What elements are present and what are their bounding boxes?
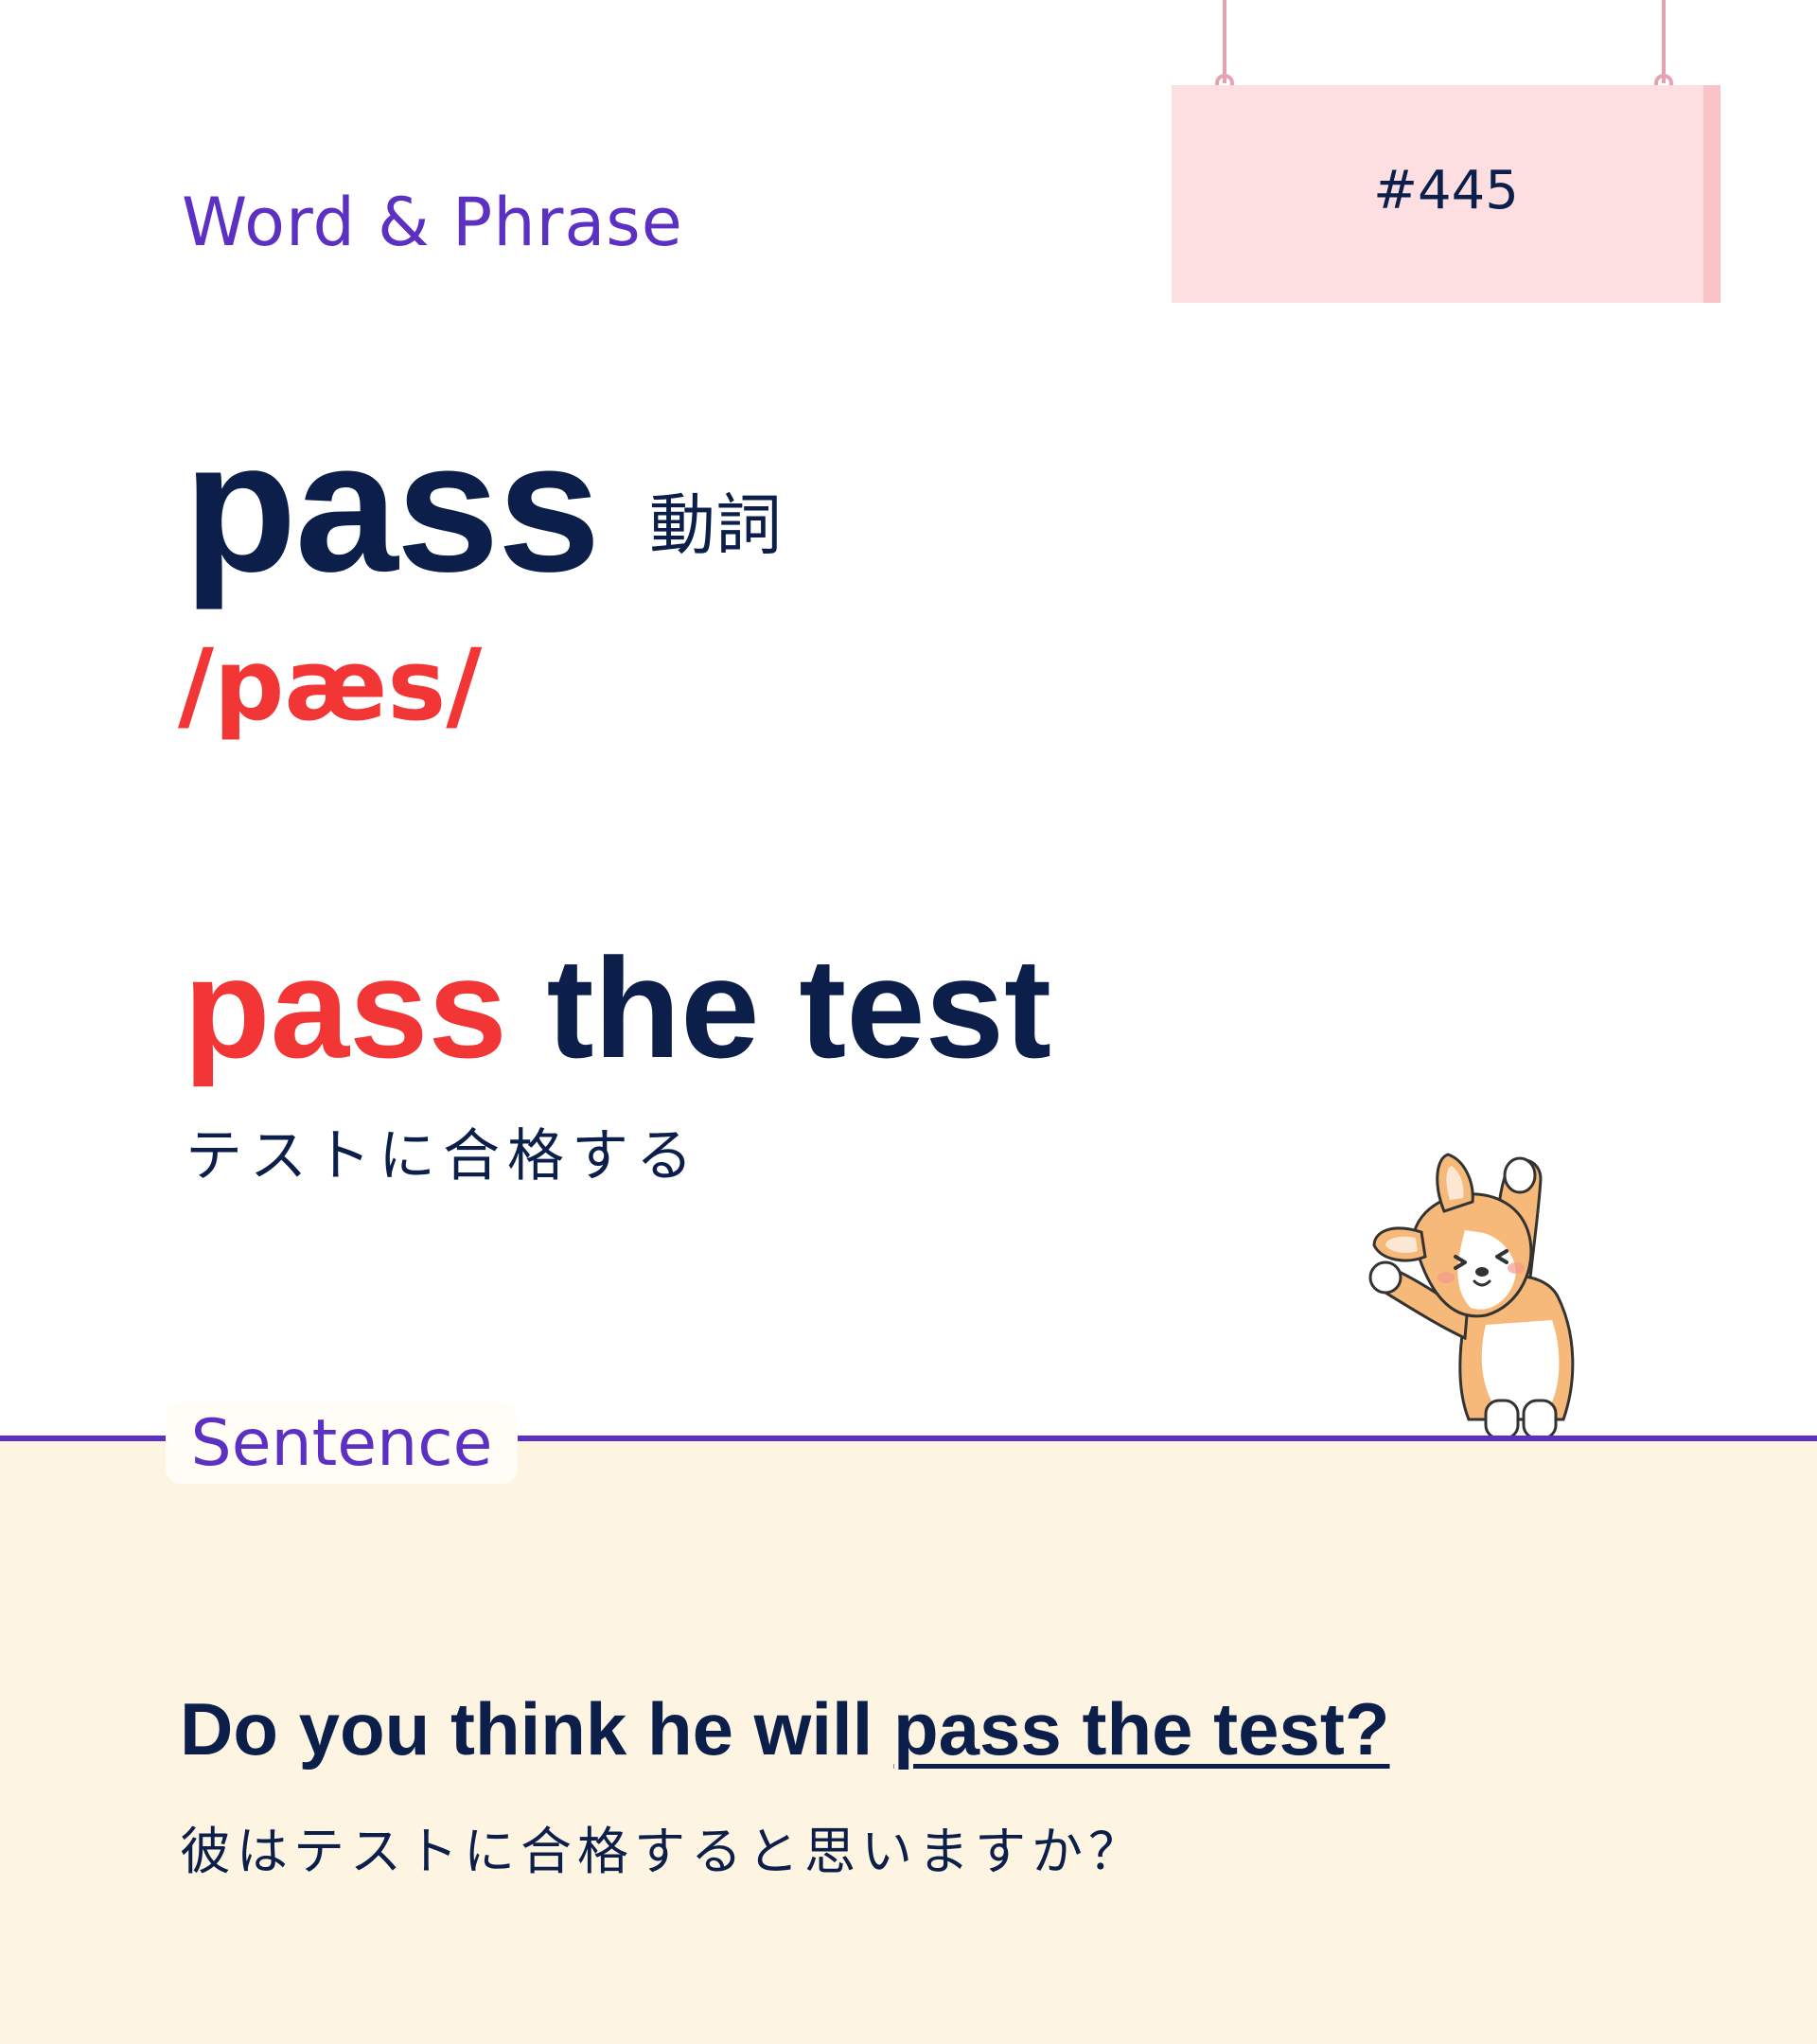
- entry-number: #445: [1373, 160, 1519, 221]
- example-sentence: Do you think he will pass the test?: [180, 1692, 1390, 1766]
- example-prefix: Do you think he will: [180, 1687, 894, 1771]
- sentence-tab: Sentence: [166, 1402, 518, 1484]
- corgi-stretching-icon: [1368, 1153, 1575, 1440]
- pronunciation: /pæs/: [178, 627, 483, 743]
- hanger-string-right: [1662, 0, 1666, 83]
- phrase-keyword: pass: [184, 928, 507, 1087]
- hanger-string-left: [1223, 0, 1226, 83]
- example-highlight: pass the test?: [893, 1687, 1390, 1771]
- sentence-label: Sentence: [190, 1406, 493, 1481]
- phrase-translation: テストに合格する: [185, 1123, 700, 1189]
- headword: pass: [184, 403, 601, 610]
- phrase: pass the test: [184, 937, 1051, 1079]
- number-sign: #445: [1172, 85, 1720, 303]
- category-title: Word & Phrase: [182, 184, 683, 261]
- phrase-rest: the test: [506, 928, 1052, 1087]
- part-of-speech: 動詞: [649, 486, 782, 564]
- example-translation: 彼はテストに合格すると思いますか？: [180, 1822, 1145, 1881]
